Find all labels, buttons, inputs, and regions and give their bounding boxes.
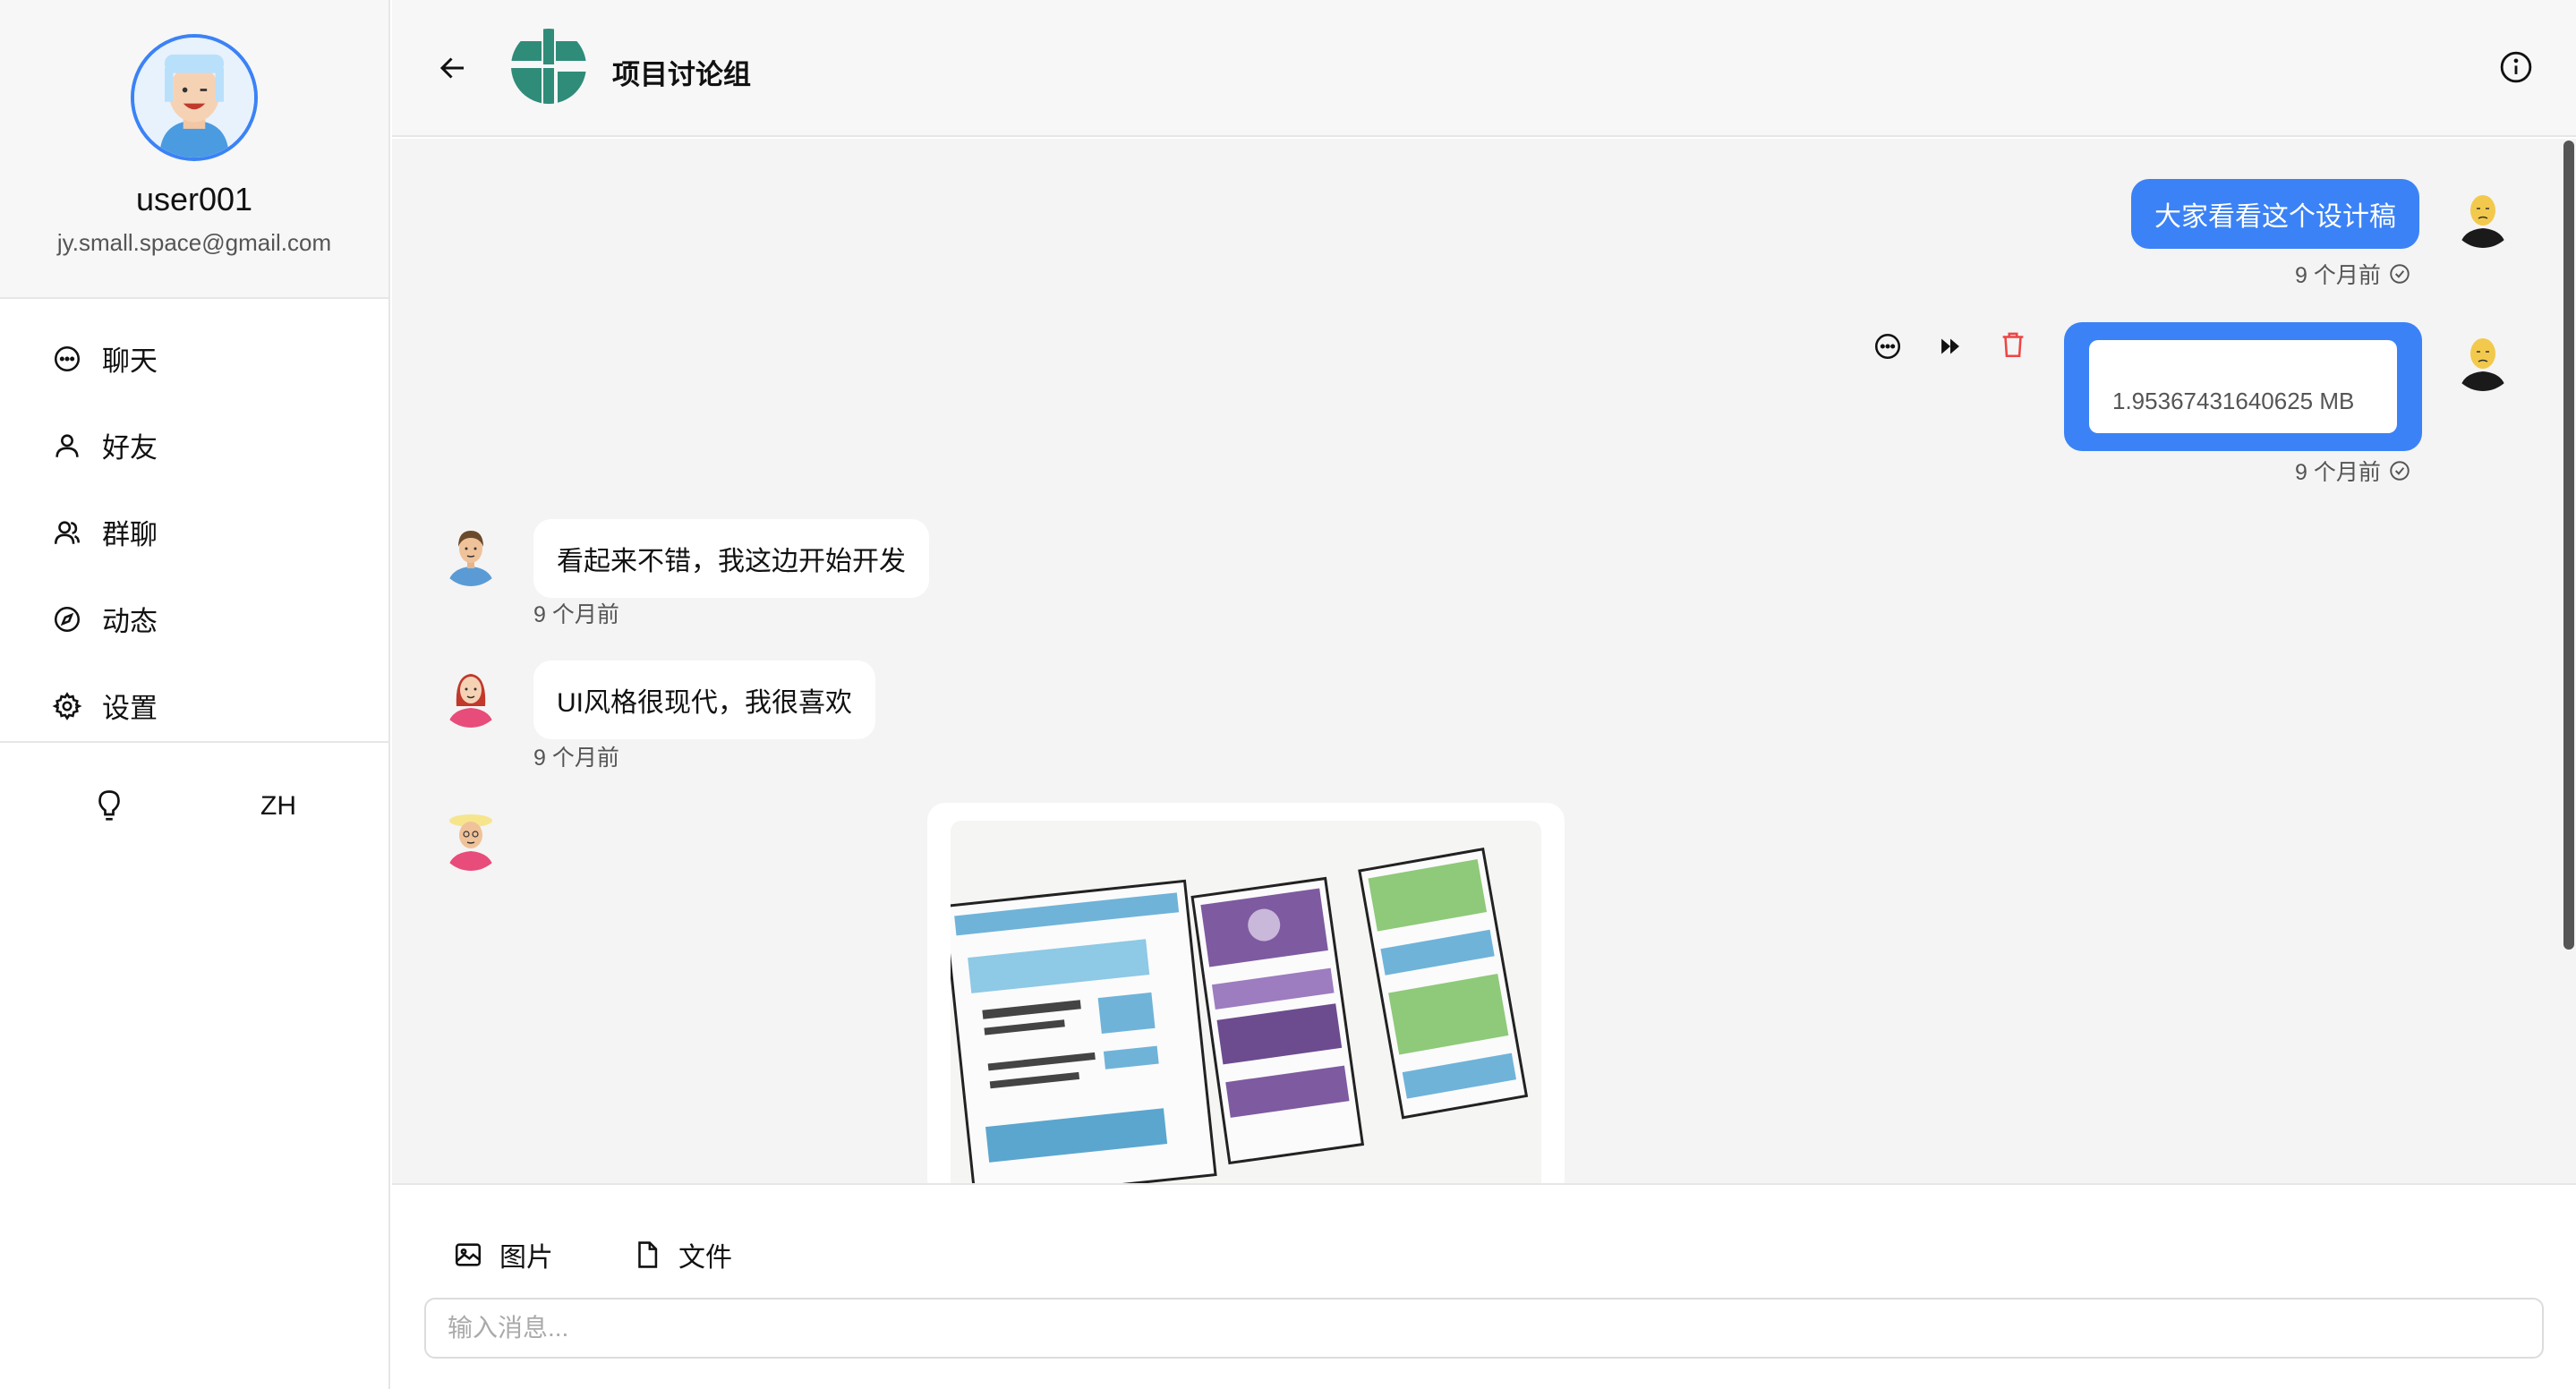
- nav-item-settings[interactable]: 设置: [0, 662, 388, 749]
- user-email: jy.small.space@gmail.com: [56, 229, 332, 256]
- send-image-label: 图片: [499, 1243, 553, 1273]
- username: user001: [135, 181, 253, 217]
- chat-bubble-icon: [54, 345, 81, 371]
- language-toggle[interactable]: ZH: [260, 791, 296, 822]
- composer: 图片 文件: [392, 1183, 2576, 1389]
- message-timestamp: 9 个月前: [533, 746, 619, 771]
- reply-icon[interactable]: [1872, 331, 1903, 362]
- message-timestamp: 9 个月前: [2295, 455, 2411, 487]
- file-card[interactable]: design_v1.0.fig 1.95367431640625 MB: [2089, 340, 2397, 433]
- message-timestamp: 9 个月前: [2295, 258, 2411, 290]
- message-bubble-other[interactable]: UI风格很现代，我很喜欢: [533, 660, 875, 739]
- trash-icon[interactable]: [1998, 329, 2028, 360]
- member-avatar[interactable]: [439, 522, 503, 586]
- user-avatar[interactable]: [131, 34, 258, 161]
- image-message-bubble[interactable]: [927, 803, 1565, 1183]
- file-message-bubble[interactable]: design_v1.0.fig 1.95367431640625 MB: [2064, 322, 2422, 451]
- nav-item-groups[interactable]: 群聊: [0, 489, 388, 575]
- message-bubble-other[interactable]: 看起来不错，我这边开始开发: [533, 519, 929, 598]
- message-bubble-mine[interactable]: 大家看看这个设计稿: [2131, 179, 2419, 249]
- check-circle-icon: [2390, 264, 2410, 284]
- users-icon: [54, 520, 81, 544]
- nav-label-groups: 群聊: [102, 519, 158, 550]
- nav-item-chat[interactable]: 聊天: [0, 315, 388, 402]
- check-circle-icon: [2390, 461, 2410, 481]
- chat-scrollbar[interactable]: [2562, 139, 2576, 1183]
- profile-panel: user001 jy.small.space@gmail.com: [0, 0, 388, 299]
- nav-item-friends[interactable]: 好友: [0, 402, 388, 489]
- group-avatar[interactable]: [511, 29, 586, 104]
- member-avatar[interactable]: [439, 663, 503, 728]
- message-input[interactable]: [424, 1298, 2544, 1359]
- nav-label-chat: 聊天: [102, 345, 158, 377]
- file-size: 1.95367431640625 MB: [2112, 388, 2355, 414]
- page-title: 项目讨论组: [612, 59, 751, 90]
- nav-label-friends: 好友: [102, 432, 158, 464]
- member-avatar[interactable]: [439, 806, 503, 871]
- nav-label-moments: 动态: [102, 606, 158, 637]
- image-icon: [455, 1243, 482, 1266]
- message-list[interactable]: 大家看看这个设计稿 9 个月前 design_v1.0.fig 1.953674…: [392, 139, 2576, 1183]
- compass-icon: [54, 606, 81, 632]
- main-nav: 聊天 好友 群聊 动态 设置: [0, 299, 388, 743]
- info-icon[interactable]: [2499, 50, 2533, 84]
- send-file-label: 文件: [678, 1243, 732, 1273]
- file-icon: [638, 1241, 658, 1268]
- chat-header: 项目讨论组: [392, 0, 2576, 137]
- forward-icon[interactable]: [1935, 331, 1966, 362]
- gear-icon: [52, 691, 82, 720]
- message-text: UI风格很现代，我很喜欢: [557, 688, 852, 718]
- my-avatar[interactable]: [2451, 327, 2515, 391]
- nav-label-settings: 设置: [102, 693, 158, 724]
- my-avatar[interactable]: [2451, 183, 2515, 248]
- arrow-left-icon[interactable]: [437, 52, 469, 84]
- wireframe-sketch-image[interactable]: [951, 821, 1541, 1183]
- message-text: 大家看看这个设计稿: [2154, 202, 2396, 232]
- lightbulb-icon[interactable]: [93, 788, 125, 824]
- file-name: design_v1.0.fig: [2112, 356, 2269, 383]
- nav-item-moments[interactable]: 动态: [0, 575, 388, 662]
- message-timestamp: 9 个月前: [533, 602, 619, 627]
- user-icon: [55, 433, 79, 457]
- send-file-button[interactable]: 文件: [632, 1235, 732, 1274]
- message-text: 看起来不错，我这边开始开发: [557, 547, 906, 576]
- send-image-button[interactable]: 图片: [453, 1235, 553, 1274]
- sidebar: user001 jy.small.space@gmail.com 聊天 好友 群…: [0, 0, 390, 1389]
- scrollbar-thumb[interactable]: [2563, 141, 2574, 950]
